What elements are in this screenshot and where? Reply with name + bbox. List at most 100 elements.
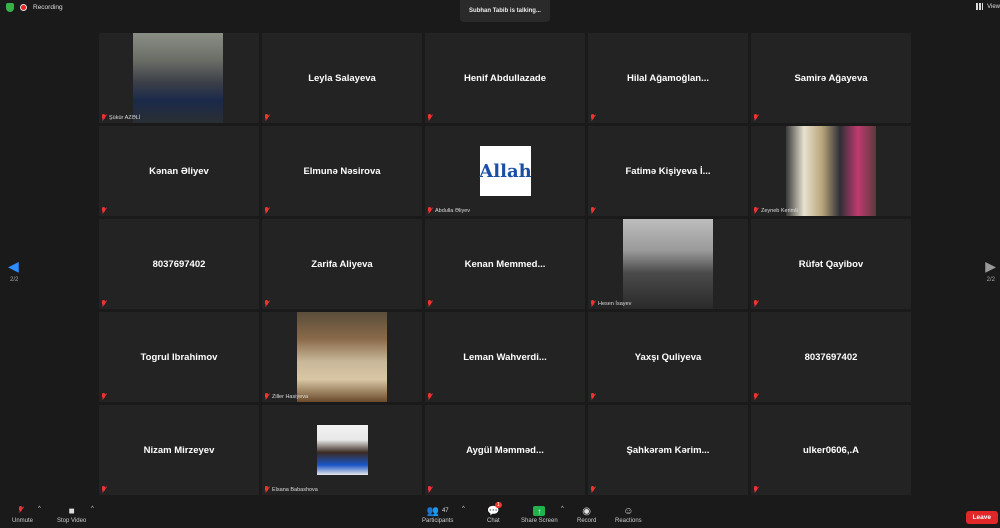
audio-options-chevron-icon[interactable]: ^	[38, 506, 41, 512]
participant-name: 8037697402	[804, 351, 858, 363]
muted-mic-icon	[101, 486, 107, 493]
previous-page-arrow-icon[interactable]: ◀	[8, 258, 19, 275]
tile-footer	[427, 486, 433, 493]
participant-tile[interactable]: Samirə Ağayeva	[751, 33, 911, 123]
shield-icon[interactable]	[6, 3, 14, 12]
participant-tile[interactable]: Leyla Salayeva	[262, 33, 422, 123]
muted-microphone-icon	[18, 504, 28, 518]
meeting-toolbar: Unmute ^ ■ Stop Video ^ 👥 47 Participant…	[0, 500, 1000, 528]
share-screen-button[interactable]: ↑ Share Screen	[521, 504, 558, 524]
muted-mic-icon	[590, 114, 596, 121]
tile-footer	[264, 300, 270, 307]
participant-name: Aygül Məmməd...	[466, 444, 544, 456]
muted-mic-icon	[590, 300, 596, 307]
participant-tile[interactable]: 8037697402	[99, 219, 259, 309]
tile-footer	[753, 300, 759, 307]
record-button[interactable]: ◉ Record	[577, 504, 597, 525]
recording-indicator[interactable]: Recording	[6, 3, 63, 12]
participant-tile[interactable]: Zarifa Aliyeva	[262, 219, 422, 309]
muted-mic-icon	[427, 114, 433, 121]
chat-label: Chat	[487, 518, 500, 524]
participants-label: Participants	[422, 518, 454, 524]
participant-name: Elmunə Nəsirova	[303, 165, 381, 177]
participant-label: Zeyneb Kerimli	[761, 207, 798, 214]
muted-mic-icon	[427, 300, 433, 307]
tile-footer: Hesen İsayev	[590, 300, 631, 307]
video-options-chevron-icon[interactable]: ^	[91, 506, 94, 512]
chat-unread-badge: 1	[495, 502, 502, 508]
participant-tile[interactable]: Hilal Ağamoğlan...	[588, 33, 748, 123]
participant-name: Yaxşı Quliyeva	[634, 351, 702, 363]
tile-footer	[264, 207, 270, 214]
stop-video-button[interactable]: ■ Stop Video	[57, 504, 87, 525]
participant-tile[interactable]: Yaxşı Quliyeva	[588, 312, 748, 402]
share-screen-icon: ↑	[533, 504, 546, 518]
participant-tile[interactable]: Ziller Hasiyeva	[262, 312, 422, 402]
unmute-label: Unmute	[12, 518, 34, 524]
participant-tile[interactable]: Fatimə Kişiyeva İ...	[588, 126, 748, 216]
participants-button[interactable]: 👥 47 Participants	[422, 504, 454, 525]
participant-tile[interactable]: Kənan Əliyev	[99, 126, 259, 216]
participant-video	[786, 126, 876, 216]
tile-footer: Şükür AZƏLİ	[101, 114, 140, 121]
participant-label: Abdulla Əliyev	[435, 207, 471, 214]
muted-mic-icon	[101, 300, 107, 307]
participants-options-chevron-icon[interactable]: ^	[462, 506, 465, 512]
view-button[interactable]: View	[976, 3, 1000, 10]
participant-tile[interactable]: Şükür AZƏLİ	[99, 33, 259, 123]
share-options-chevron-icon[interactable]: ^	[561, 506, 564, 512]
unmute-button[interactable]: Unmute	[12, 504, 33, 524]
participant-tile[interactable]: Henif Abdullazade	[425, 33, 585, 123]
participant-tile[interactable]: Rüfət Qayibov	[751, 219, 911, 309]
participant-tile[interactable]: Leman Wahverdi...	[425, 312, 585, 402]
participant-video	[133, 33, 223, 123]
muted-mic-icon	[590, 393, 596, 400]
zoom-meeting-window: Recording Subhan Tabib is talking... Vie…	[0, 0, 1000, 528]
participant-tile[interactable]: Hesen İsayev	[588, 219, 748, 309]
participant-tile[interactable]: Zeyneb Kerimli	[751, 126, 911, 216]
participant-label: Hesen İsayev	[598, 300, 632, 307]
participant-label: Ziller Hasiyeva	[272, 393, 309, 400]
tile-footer	[101, 486, 107, 493]
participant-tile[interactable]: Kenan Memmed...	[425, 219, 585, 309]
grid-view-icon	[976, 3, 984, 10]
participant-name: Fatimə Kişiyeva İ...	[625, 165, 711, 177]
tile-footer	[753, 114, 759, 121]
reactions-button[interactable]: ☺ Reactions	[615, 504, 642, 525]
participant-tile[interactable]: Elmunə Nəsirova	[262, 126, 422, 216]
tile-footer	[101, 207, 107, 214]
stop-video-label: Stop Video	[57, 518, 87, 524]
tile-footer	[590, 114, 596, 121]
participant-name: Nizam Mirzeyev	[143, 444, 215, 456]
muted-mic-icon	[427, 207, 433, 214]
participant-name: Samirə Ağayeva	[794, 72, 868, 84]
tile-footer	[590, 393, 596, 400]
muted-mic-icon	[590, 486, 596, 493]
participant-video	[623, 219, 713, 309]
participant-tile[interactable]: Togrul Ibrahimov	[99, 312, 259, 402]
participant-name: Togrul Ibrahimov	[140, 351, 218, 363]
muted-mic-icon	[753, 393, 759, 400]
participant-tile[interactable]: Aygül Məmməd...	[425, 405, 585, 495]
next-page-arrow-icon[interactable]: ▶	[985, 258, 996, 275]
muted-mic-icon	[753, 207, 759, 214]
tile-footer	[590, 486, 596, 493]
tile-footer: Elsana Babashova	[264, 486, 318, 493]
recording-label: Recording	[33, 4, 63, 11]
participant-tile[interactable]: Elsana Babashova	[262, 405, 422, 495]
tile-footer: Ziller Hasiyeva	[264, 393, 308, 400]
muted-mic-icon	[101, 393, 107, 400]
participant-tile[interactable]: ulker0606,.A	[751, 405, 911, 495]
participant-tile[interactable]: Nizam Mirzeyev	[99, 405, 259, 495]
participant-tile[interactable]: 8037697402	[751, 312, 911, 402]
leave-button[interactable]: Leave	[965, 511, 998, 524]
participant-tile[interactable]: Allah Abdulla Əliyev	[425, 126, 585, 216]
participant-tile[interactable]: Şahkərəm Kərim...	[588, 405, 748, 495]
tile-footer: Zeyneb Kerimli	[753, 207, 798, 214]
muted-mic-icon	[264, 114, 270, 121]
chat-button[interactable]: 💬 1 Chat	[487, 502, 502, 524]
muted-mic-icon	[101, 114, 107, 121]
page-indicator-right: 2/2	[986, 277, 995, 283]
view-label: View	[987, 3, 1000, 10]
record-label: Record	[577, 518, 597, 524]
